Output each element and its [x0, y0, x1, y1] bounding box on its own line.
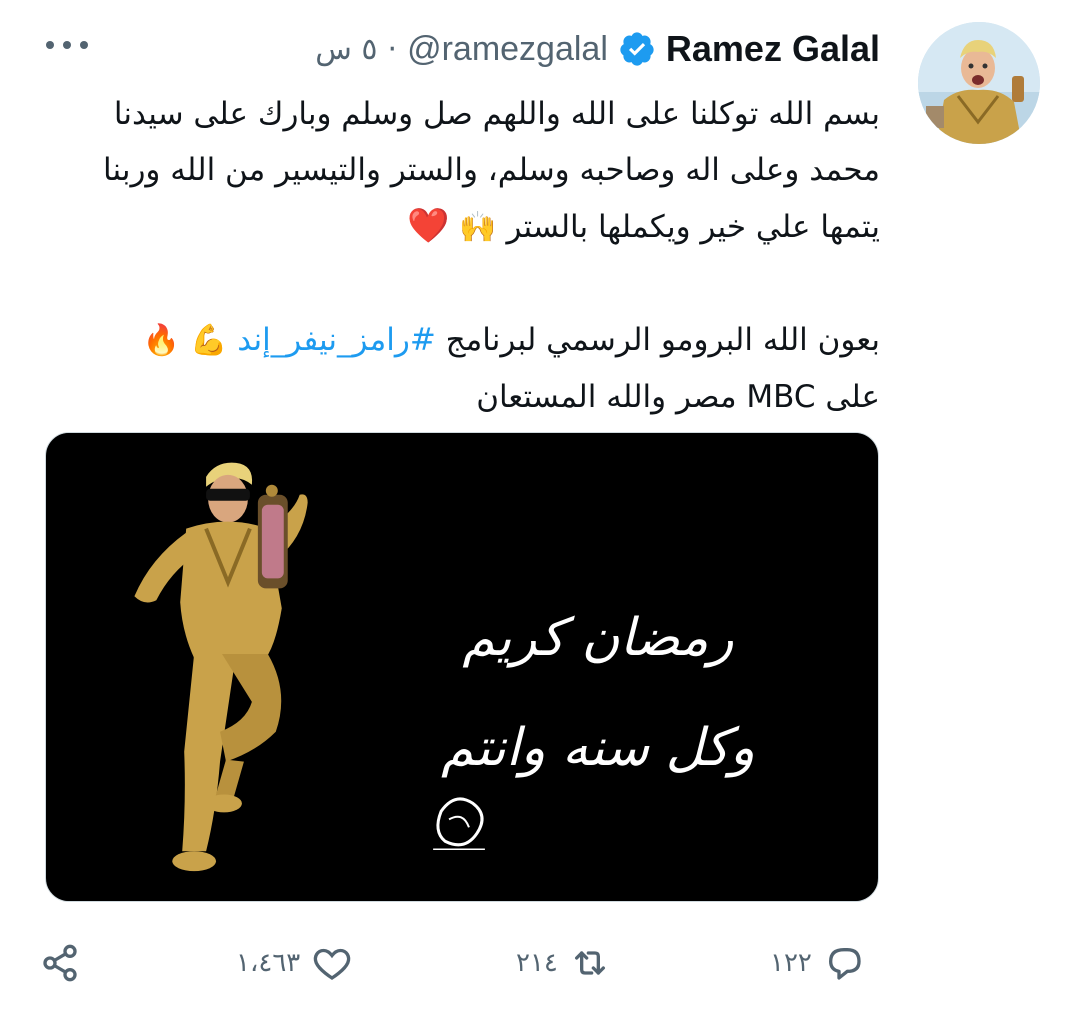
tweet-line-text: بعون الله البرومو الرسمي لبرنامج: [445, 322, 880, 358]
tweet-text: بسم الله توكلنا على الله واللهم صل وسلم …: [40, 86, 880, 425]
media-greeting-text: رمضان كريم وكل سنه وانتم: [378, 583, 818, 803]
share-button[interactable]: [40, 935, 80, 991]
tweet-line: على MBC مصر والله المستعان: [476, 379, 880, 415]
like-button[interactable]: ١،٤٦٣: [236, 935, 352, 991]
retweet-button[interactable]: ٢١٤: [516, 935, 610, 991]
fire-emoji: 🔥: [142, 323, 181, 358]
reply-icon: [824, 943, 864, 983]
tweet-line: يتمها علي خير ويكملها بالستر 🙌 ❤️: [40, 198, 880, 256]
like-count: ١،٤٦٣: [236, 948, 301, 978]
author-handle[interactable]: @ramezgalal: [407, 30, 608, 69]
profile-avatar[interactable]: [918, 22, 1040, 144]
greeting-line: رمضان كريم: [462, 608, 734, 668]
retweet-icon: [570, 943, 610, 983]
more-options-icon[interactable]: [42, 30, 92, 60]
tweet-media-image[interactable]: رمضان كريم وكل سنه وانتم: [45, 432, 879, 902]
author-display-name[interactable]: Ramez Galal: [666, 28, 880, 70]
tweet-line: بعون الله البرومو الرسمي لبرنامج #رامز_ن…: [40, 312, 880, 369]
greeting-line: وكل سنه وانتم: [441, 718, 755, 778]
header-separator: ·: [387, 31, 398, 67]
verified-badge-icon: [618, 30, 656, 68]
tweet-header: Ramez Galal @ramezgalal · ٥ س: [315, 22, 880, 76]
retweet-count: ٢١٤: [516, 948, 558, 978]
hashtag-link[interactable]: #رامز_نيفر_إند: [237, 322, 436, 358]
tweet-line-text: يتمها علي خير ويكملها بالستر: [506, 209, 880, 245]
red-heart-emoji: ❤️: [407, 206, 450, 246]
share-icon: [40, 943, 80, 983]
raising-hands-emoji: 🙌: [459, 210, 497, 245]
reply-button[interactable]: ١٢٢: [770, 935, 864, 991]
heart-icon: [312, 943, 352, 983]
tweet-line: بسم الله توكلنا على الله واللهم صل وسلم …: [113, 96, 880, 132]
tweet-timestamp[interactable]: ٥ س: [315, 32, 377, 67]
tweet-actions: ١،٤٦٣ ٢١٤ ١٢٢: [40, 935, 890, 991]
reply-count: ١٢٢: [770, 948, 812, 978]
flexed-biceps-emoji: 💪: [190, 323, 228, 358]
tweet-line: محمد وعلى اله وصاحبه وسلم، والستر والتيس…: [103, 152, 880, 188]
